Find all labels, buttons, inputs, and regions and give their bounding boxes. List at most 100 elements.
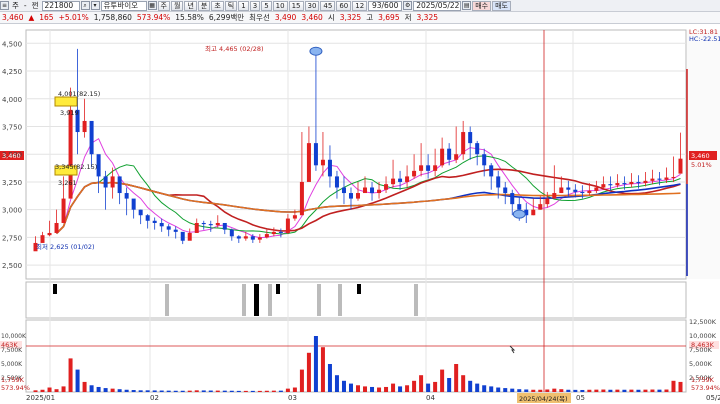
candle-body xyxy=(271,231,276,235)
volume-bar xyxy=(215,390,220,392)
search-icon[interactable]: ⌕ xyxy=(80,1,90,10)
sell-button[interactable]: 매도 xyxy=(492,0,511,11)
volume-bar xyxy=(517,389,522,392)
settings-icon[interactable]: ⚙ xyxy=(403,1,413,10)
candle-body xyxy=(341,187,346,194)
period-button-3[interactable]: 분 xyxy=(197,0,211,11)
y-tick-label: 3,250 xyxy=(2,179,22,187)
annot-box xyxy=(54,96,78,107)
x-axis-label: 02 xyxy=(150,394,159,402)
period-button-13[interactable]: 60 xyxy=(336,0,352,11)
grid-icon[interactable]: ▦ xyxy=(147,1,157,10)
quote-bar: 3,460 ▲ 165 +5.01% 1,758,860 573.94% 15.… xyxy=(0,12,720,24)
period-button-12[interactable]: 45 xyxy=(320,0,336,11)
period-button-5[interactable]: 틱 xyxy=(224,0,238,11)
volume-bar xyxy=(475,383,480,392)
period-button-2[interactable]: 년 xyxy=(184,0,197,11)
volume-bar xyxy=(110,388,115,392)
volume-bar xyxy=(531,389,536,392)
candle-body xyxy=(103,176,108,188)
right-price-label: 3,460 xyxy=(691,152,710,160)
candle-body xyxy=(243,236,248,239)
volume-bar xyxy=(250,390,255,392)
period-button-1[interactable]: 월 xyxy=(170,0,184,11)
volume-bar xyxy=(124,389,129,392)
candle-body xyxy=(447,148,452,160)
candle-body xyxy=(152,220,157,223)
bar-count[interactable]: 93/600 xyxy=(368,0,403,11)
volume-bar xyxy=(405,385,410,392)
volume-bar xyxy=(68,358,73,392)
vol2-left-label: 1,759K xyxy=(1,376,25,384)
volume-bar xyxy=(40,389,45,392)
date-field[interactable]: 2025/05/22 xyxy=(413,0,462,11)
volume-bar xyxy=(594,389,599,392)
chart-grid xyxy=(0,29,720,403)
volume-bar xyxy=(461,375,466,392)
candle-body xyxy=(110,176,115,188)
box-annotation: 3,261 xyxy=(58,179,77,187)
candle-body xyxy=(531,209,536,216)
period-button-14[interactable]: 12 xyxy=(352,0,368,11)
volume-bar xyxy=(678,381,683,392)
candle-body xyxy=(573,189,578,192)
y-tick-label: 4,250 xyxy=(2,68,22,76)
volume-bar xyxy=(166,390,171,392)
stock-chart[interactable]: 4,5004,2504,0003,7503,5003,2503,0002,750… xyxy=(0,24,720,404)
vol2-right-label: 1,759K xyxy=(691,376,715,384)
period-button-0[interactable]: 주 xyxy=(157,0,170,11)
period-button-7[interactable]: 3 xyxy=(249,0,261,11)
volume-bar xyxy=(271,390,276,392)
up-arrow-icon: ▲ xyxy=(28,12,35,22)
candle-body xyxy=(482,154,487,166)
candle-body xyxy=(285,218,290,233)
volume-bar xyxy=(650,389,655,392)
volume-bar xyxy=(496,387,501,392)
period-button-10[interactable]: 15 xyxy=(288,0,304,11)
period-button-6[interactable]: 1 xyxy=(238,0,249,11)
candle-body xyxy=(215,222,220,226)
buy-button[interactable]: 매수 xyxy=(472,0,492,11)
period-button-9[interactable]: 10 xyxy=(272,0,288,11)
candle-body xyxy=(229,229,234,237)
x-axis-label: 04 xyxy=(426,394,435,402)
vol-right-label: 8,463K xyxy=(691,341,715,349)
menu-icon[interactable]: ≡ xyxy=(0,1,9,10)
low-annotation: 최저 2,625 (01/02) xyxy=(36,242,95,251)
candle-body xyxy=(334,176,339,188)
vol-tick-left: 5,000K xyxy=(1,361,23,368)
indicator-bar xyxy=(357,284,361,294)
box-annotation: 4,001(82.15) xyxy=(58,90,100,98)
stock-code-input[interactable]: 221800 xyxy=(41,0,80,11)
candle-body xyxy=(552,193,557,199)
candle-body xyxy=(363,187,368,194)
calendar-icon[interactable]: ▤ xyxy=(462,1,472,10)
period-button-4[interactable]: 초 xyxy=(211,0,224,11)
best-price: 3,490 xyxy=(274,12,297,22)
indicator-bar xyxy=(268,284,272,316)
code-mode[interactable]: - xyxy=(22,1,29,11)
volume-bar xyxy=(194,390,199,392)
candle-body xyxy=(47,232,52,236)
volume-bar xyxy=(426,383,431,392)
volume-bar xyxy=(131,390,136,392)
indicator-bar xyxy=(276,284,280,294)
dropdown-icon[interactable]: ▾ xyxy=(90,1,100,10)
volume-bar xyxy=(566,389,571,392)
volume-bar xyxy=(489,386,494,392)
volume-bar xyxy=(468,380,473,392)
indicator-bar xyxy=(53,284,57,294)
vol-tick-label: 5,000K xyxy=(689,360,713,368)
candle-body xyxy=(194,222,199,233)
code-prefix[interactable]: 주 xyxy=(10,1,21,11)
period-button-8[interactable]: 5 xyxy=(261,0,272,11)
period-button-11[interactable]: 30 xyxy=(304,0,320,11)
candle-body xyxy=(426,165,431,171)
volume-bar xyxy=(278,390,283,392)
candle-body xyxy=(264,234,269,238)
candle-body xyxy=(54,222,59,233)
volume-bar xyxy=(447,378,452,392)
candle-body xyxy=(587,190,592,194)
candle-body xyxy=(313,143,318,166)
candle-body xyxy=(391,178,396,185)
